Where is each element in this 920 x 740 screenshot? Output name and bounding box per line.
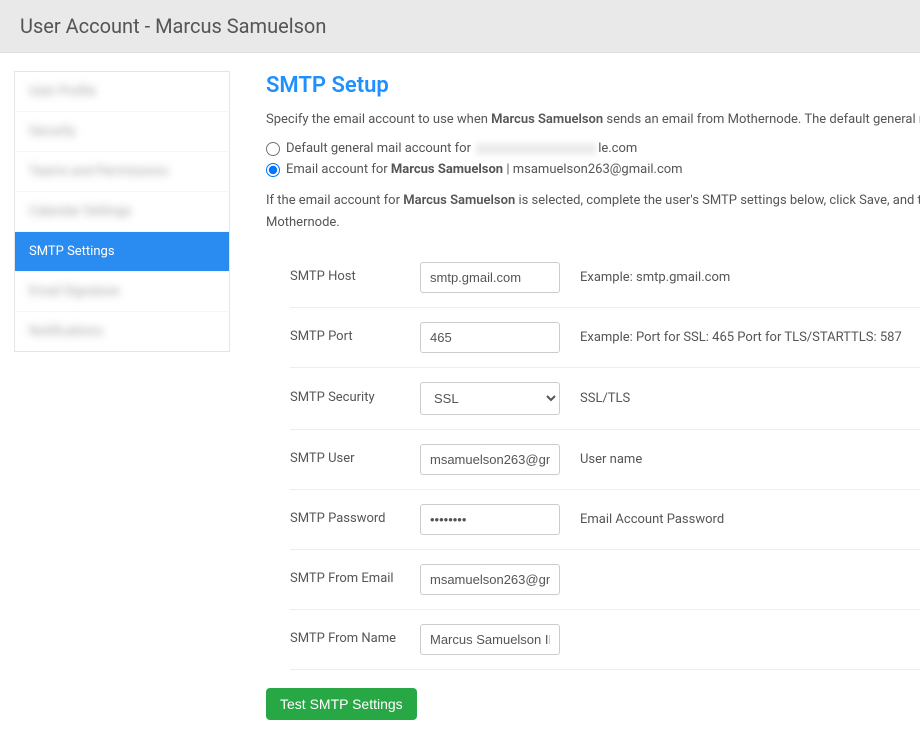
input-smtp-from-name[interactable] [420,624,560,655]
radio-default-label: Default general mail account for le.com [286,141,637,156]
intro-text: Specify the email account to use when Ma… [266,112,920,127]
radio-user-account-row: Email account for Marcus Samuelson | msa… [266,162,920,177]
input-smtp-host[interactable] [420,262,560,293]
radio-user-label: Email account for Marcus Samuelson | msa… [286,162,683,177]
radio1-prefix: Default general mail account for [286,141,474,156]
radio2-name: Marcus Samuelson [391,162,503,177]
radio1-suffix: le.com [598,141,637,156]
input-smtp-password[interactable] [420,504,560,535]
row-smtp-port: SMTP Port Example: Port for SSL: 465 Por… [290,308,920,368]
sidebar-item-3[interactable]: Calendar Settings [15,192,229,232]
row-smtp-from-email: SMTP From Email [290,550,920,610]
sidebar: User Profile Security Teams and Permissi… [0,63,230,740]
label-smtp-from-name: SMTP From Name [290,631,400,648]
note-name: Marcus Samuelson [403,193,515,208]
note-text-cont: Mothernode. [266,213,920,233]
row-smtp-from-name: SMTP From Name [290,610,920,670]
radio2-sep: | [503,162,513,177]
sidebar-item-5[interactable]: Email Signature [15,272,229,312]
row-smtp-user: SMTP User User name [290,430,920,490]
input-smtp-from-email[interactable] [420,564,560,595]
section-title: SMTP Setup [266,73,920,98]
intro-suffix: sends an email from Mothernode. The defa… [603,112,920,127]
row-smtp-security: SMTP Security SSL TLS SSL/TLS [290,368,920,430]
sidebar-item-smtp-settings[interactable]: SMTP Settings [15,232,229,272]
row-smtp-password: SMTP Password Email Account Password [290,490,920,550]
label-smtp-security: SMTP Security [290,390,400,407]
hint-smtp-port: Example: Port for SSL: 465 Port for TLS/… [580,330,920,345]
input-smtp-port[interactable] [420,322,560,353]
label-smtp-password: SMTP Password [290,511,400,528]
input-smtp-user[interactable] [420,444,560,475]
sidebar-item-6[interactable]: Notifications [15,312,229,351]
sidebar-item-0[interactable]: User Profile [15,72,229,112]
label-smtp-port: SMTP Port [290,329,400,346]
radio-default-account[interactable] [266,142,280,156]
label-smtp-user: SMTP User [290,451,400,468]
label-smtp-host: SMTP Host [290,269,400,286]
intro-name: Marcus Samuelson [491,112,603,127]
radio2-email: msamuelson263@gmail.com [513,162,683,177]
hint-smtp-host: Example: smtp.gmail.com [580,270,920,285]
note-text: If the email account for Marcus Samuelso… [266,191,920,211]
note-prefix: If the email account for [266,193,403,208]
hint-smtp-user: User name [580,452,920,467]
radio2-prefix: Email account for [286,162,391,177]
intro-prefix: Specify the email account to use when [266,112,491,127]
select-smtp-security[interactable]: SSL TLS [420,382,560,415]
hint-smtp-security: SSL/TLS [580,391,920,406]
page-header: User Account - Marcus Samuelson [0,0,920,53]
label-smtp-from-email: SMTP From Email [290,571,400,588]
smtp-form: SMTP Host Example: smtp.gmail.com SMTP P… [266,248,920,670]
sidebar-item-2[interactable]: Teams and Permissions [15,152,229,192]
sidebar-item-1[interactable]: Security [15,112,229,152]
note-suffix1: is selected, complete the user's SMTP se… [515,193,920,208]
main-content: SMTP Setup Specify the email account to … [230,63,920,740]
hint-smtp-password: Email Account Password [580,512,920,527]
radio-default-account-row: Default general mail account for le.com [266,141,920,156]
redacted-domain [476,143,596,155]
sidebar-panel: User Profile Security Teams and Permissi… [14,71,230,352]
page-title: User Account - Marcus Samuelson [20,14,900,38]
row-smtp-host: SMTP Host Example: smtp.gmail.com [290,248,920,308]
radio-user-account[interactable] [266,163,280,177]
test-smtp-button[interactable]: Test SMTP Settings [266,688,417,720]
